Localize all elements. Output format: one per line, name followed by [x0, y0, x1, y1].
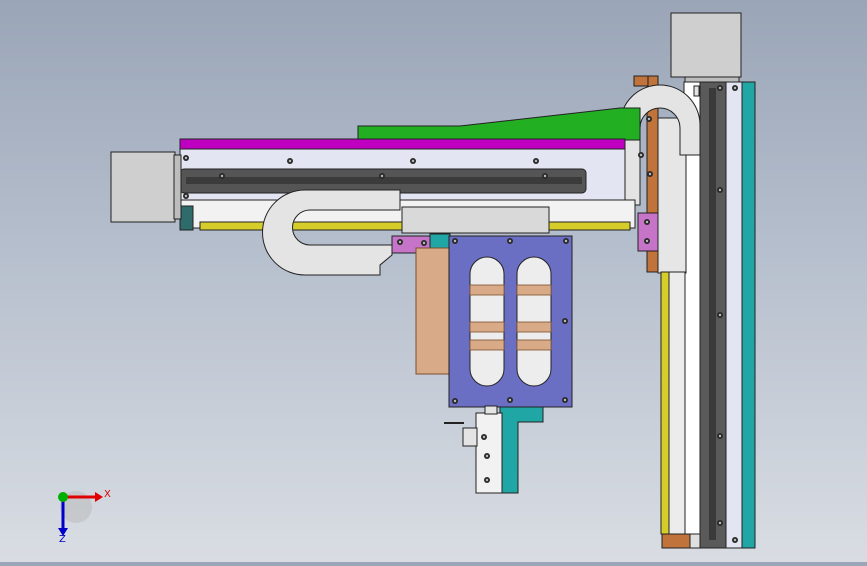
bolt-highlight [288, 159, 292, 163]
bolt-highlight [718, 434, 722, 438]
bolt-highlight [645, 239, 649, 243]
vertical-yellow-strip [660, 271, 670, 535]
bolt-highlight [220, 174, 224, 178]
bolt-highlight [482, 435, 486, 439]
bolt-highlight [380, 174, 384, 178]
bolt-highlight [564, 239, 568, 243]
vertical-pink-bracket [637, 212, 659, 252]
bolt-highlight [563, 398, 567, 402]
bolt-highlight [718, 521, 722, 525]
bolt-highlight [508, 239, 512, 243]
horizontal-motor-body [110, 151, 176, 223]
bolt-highlight [645, 220, 649, 224]
gripper-cyan-bracket [499, 406, 544, 494]
bolt-highlight [534, 159, 538, 163]
triad-x-arrow [95, 492, 103, 502]
bolt-highlight [453, 239, 457, 243]
horizontal-green-cover [357, 107, 641, 141]
horizontal-magenta-plate [179, 138, 626, 150]
vertical-cyan-edge [740, 81, 756, 549]
horizontal-end-foot [179, 205, 194, 231]
bolt-highlight [543, 174, 547, 178]
vertical-chain-end [693, 85, 700, 97]
triad-x-label: X [104, 489, 111, 500]
bolt-highlight [733, 538, 737, 542]
bolt-highlight [453, 399, 457, 403]
bolt-highlight [508, 398, 512, 402]
vertical-bottom-block [661, 533, 691, 549]
bolt-highlight [733, 86, 737, 90]
gripper-top-fitting [484, 405, 498, 415]
gripper-cylinder-fitting [462, 427, 478, 447]
triad-z-label: Z [59, 534, 66, 545]
gripper-slot-left [469, 256, 505, 387]
vertical-motor-body [670, 12, 742, 78]
vertical-axis-module [619, 12, 756, 549]
bolt-highlight [718, 188, 722, 192]
coordinate-triad: X Z [58, 489, 111, 545]
bolt-highlight [411, 159, 415, 163]
triad-y-dot [58, 492, 68, 502]
vertical-lower-slide [668, 271, 686, 535]
bolt-highlight [718, 313, 722, 317]
bolt-highlight [485, 478, 489, 482]
gantry-assembly-drawing: X Z [58, 12, 756, 549]
bolt-highlight [485, 454, 489, 458]
bolt-highlight [422, 241, 426, 245]
bolt-highlight [184, 156, 188, 160]
bolt-highlight [398, 240, 402, 244]
bolt-highlight [718, 86, 722, 90]
vertical-base-plate [724, 81, 743, 549]
gripper-assembly [415, 235, 573, 494]
vertical-brown-top [633, 75, 649, 87]
cad-viewport[interactable]: X Z [0, 0, 867, 562]
bolt-highlight [563, 319, 567, 323]
horizontal-cable-chain [262, 189, 401, 276]
horizontal-carriage-block [401, 206, 550, 234]
horizontal-motor-flange [173, 154, 182, 220]
vertical-bottom-cap [689, 533, 701, 549]
bolt-highlight [648, 172, 652, 176]
horizontal-cyan-bracket [429, 233, 451, 249]
bolt-highlight [647, 117, 651, 121]
bolt-highlight [184, 194, 188, 198]
bolt-highlight [639, 153, 643, 157]
gripper-slot-right [516, 256, 552, 387]
vertical-rail-groove [709, 88, 716, 540]
gripper-blue-plate [448, 235, 573, 408]
